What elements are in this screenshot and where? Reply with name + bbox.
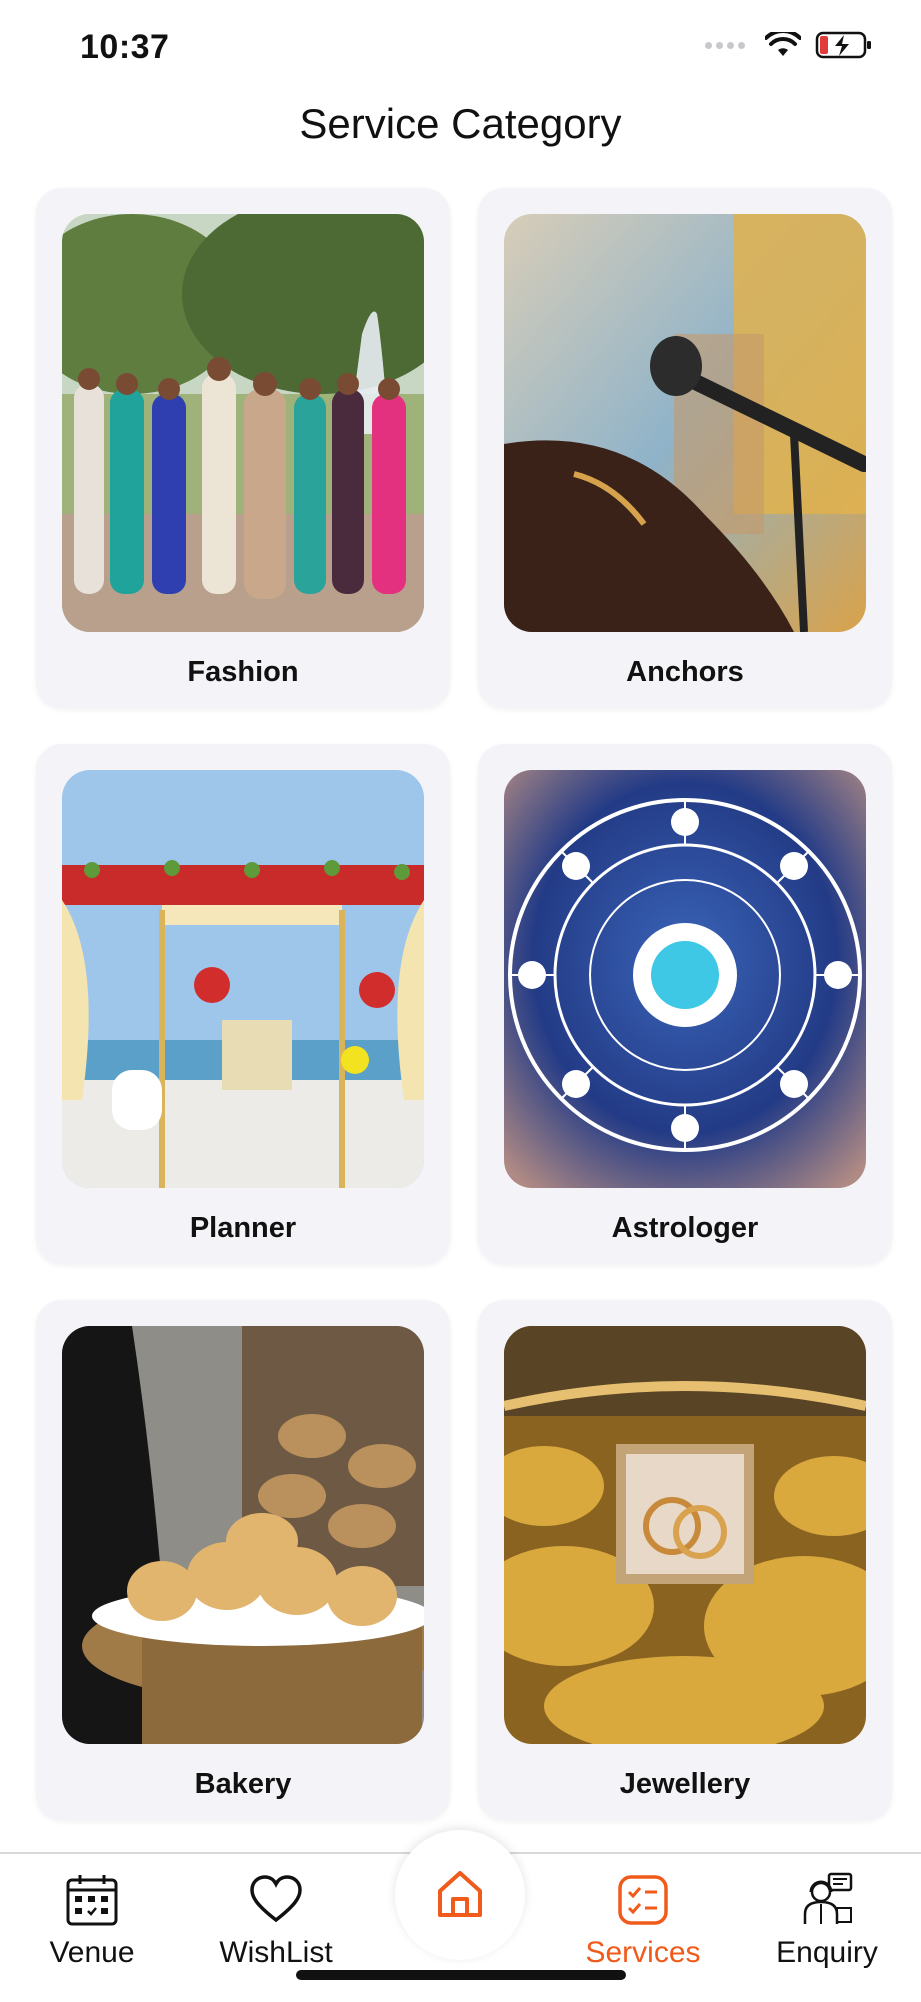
- category-card-jewellery[interactable]: Jewellery: [478, 1300, 892, 1820]
- tab-label: Enquiry: [776, 1936, 878, 1969]
- battery-charging-icon: [815, 31, 871, 59]
- category-label: Fashion: [187, 656, 299, 688]
- heart-icon: [250, 1875, 302, 1923]
- tab-services[interactable]: Services: [563, 1864, 723, 1974]
- anchors-image: [504, 214, 866, 632]
- tab-label: Venue: [49, 1936, 135, 1969]
- page-title: Service Category: [299, 100, 622, 147]
- category-card-fashion[interactable]: Fashion: [36, 188, 450, 708]
- home-icon: [438, 1871, 482, 1917]
- tab-wishlist[interactable]: WishList: [196, 1864, 356, 1974]
- tab-enquiry[interactable]: Enquiry: [747, 1864, 907, 1974]
- astrologer-image: [504, 770, 866, 1188]
- planner-image: [62, 770, 424, 1188]
- signal-dots-icon: [705, 41, 745, 49]
- category-card-astrologer[interactable]: Astrologer: [478, 744, 892, 1264]
- fashion-image: [62, 214, 424, 632]
- home-indicator: [296, 1970, 626, 1980]
- home-button[interactable]: [395, 1830, 525, 1960]
- support-agent-icon: [803, 1872, 853, 1924]
- status-time: 10:37: [80, 28, 170, 66]
- wifi-icon: [765, 32, 801, 56]
- checklist-icon: [618, 1875, 668, 1925]
- tab-label: WishList: [219, 1936, 333, 1969]
- category-card-anchors[interactable]: Anchors: [478, 188, 892, 708]
- category-label: Bakery: [194, 1768, 292, 1800]
- category-card-bakery[interactable]: Bakery: [36, 1300, 450, 1820]
- jewellery-image: [504, 1326, 866, 1744]
- category-label: Planner: [189, 1212, 297, 1244]
- tab-venue[interactable]: Venue: [12, 1864, 172, 1974]
- category-label: Jewellery: [619, 1768, 751, 1800]
- calendar-icon: [66, 1875, 118, 1926]
- category-label: Astrologer: [611, 1212, 759, 1244]
- bakery-image: [62, 1326, 424, 1744]
- category-label: Anchors: [626, 656, 744, 688]
- status-icons: [705, 30, 873, 60]
- status-bar: 10:37: [0, 0, 921, 90]
- tab-label: Services: [585, 1936, 701, 1969]
- category-card-planner[interactable]: Planner: [36, 744, 450, 1264]
